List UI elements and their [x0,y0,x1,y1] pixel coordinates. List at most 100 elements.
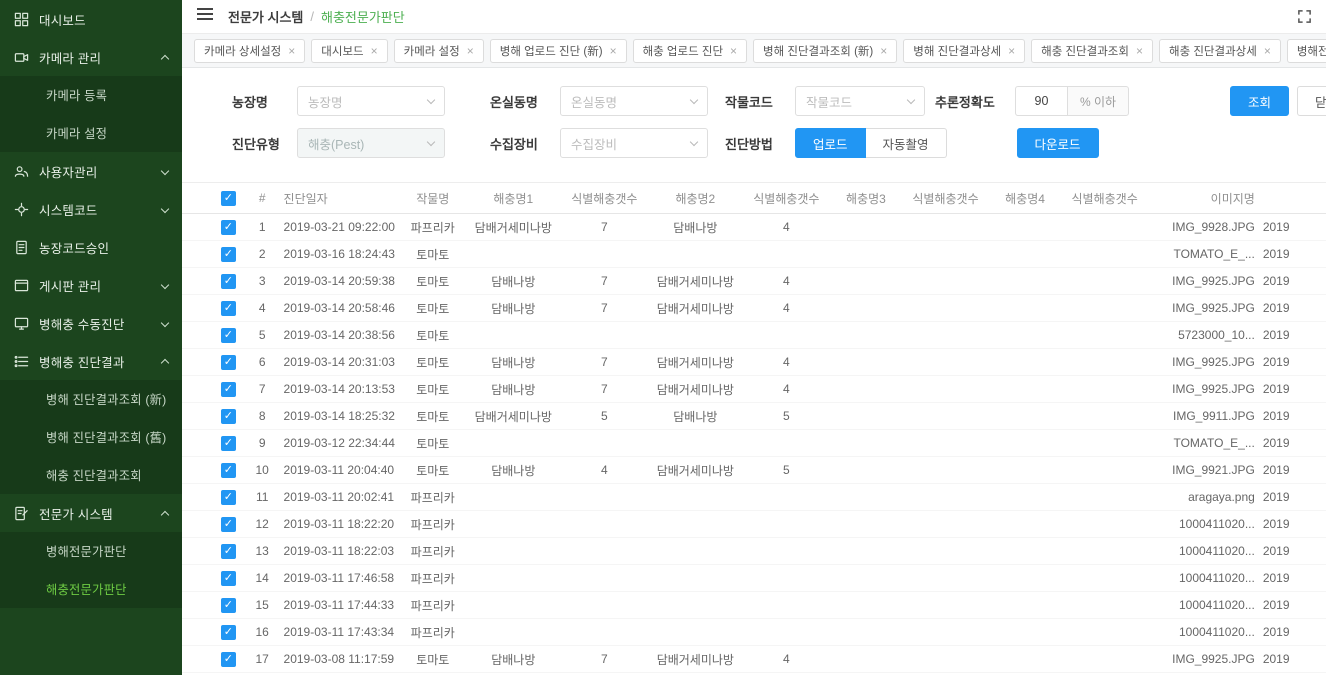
table-cell: 5 [745,409,827,423]
row-checkbox-cell: ✓ [212,651,245,667]
row-checkbox[interactable]: ✓ [221,490,236,505]
row-checkbox-cell: ✓ [212,624,245,640]
tab-5[interactable]: 해충 업로드 진단× [633,39,747,63]
sidebar-item-1[interactable]: 대시보드 [0,0,182,38]
sidebar-item-6[interactable]: 시스템코드 [0,190,182,228]
sidebar-item-13[interactable]: 해충 진단결과조회 [0,456,182,494]
breadcrumb-separator: / [310,9,314,24]
diagnosis-type-select[interactable]: 해충(Pest) [297,128,445,158]
table-cell: 파프리카 [402,597,463,614]
sidebar-item-14[interactable]: 전문가 시스템 [0,494,182,532]
tab-2[interactable]: 대시보드 × [311,39,387,63]
tab-9[interactable]: 해충 진단결과상세× [1159,39,1281,63]
accuracy-input[interactable] [1015,86,1067,116]
sidebar-item-2[interactable]: 카메라 관리 [0,38,182,76]
sidebar-item-4[interactable]: 카메라 설정 [0,114,182,152]
crop-code-select[interactable]: 작물코드 [795,86,925,116]
chevron-up-icon [161,359,169,367]
table-row: ✓32019-03-14 20:59:38토마토담배나방7담배거세미나방4IMG… [182,268,1326,295]
row-checkbox[interactable]: ✓ [221,571,236,586]
chevron-down-icon [427,95,435,103]
table-cell: IMG_9925.JPG [1146,274,1259,288]
chevron-down-icon [427,137,435,145]
farm-select[interactable]: 농장명 [297,86,445,116]
close-icon[interactable]: × [1008,45,1015,57]
chevron-down-icon [161,319,169,327]
row-checkbox[interactable]: ✓ [221,625,236,640]
close-icon[interactable]: × [730,45,737,57]
table-cell: 담배나방 [463,462,563,479]
row-checkbox[interactable]: ✓ [221,463,236,478]
sidebar-item-label: 농장코드승인 [39,238,109,257]
upload-method-button[interactable]: 업로드 [795,128,866,158]
auto-capture-method-button[interactable]: 자동촬영 [866,128,947,158]
row-checkbox[interactable]: ✓ [221,382,236,397]
fullscreen-icon[interactable] [1297,9,1312,24]
close-icon[interactable]: × [467,45,474,57]
table-cell: 4 [745,274,827,288]
table-row: ✓102019-03-11 20:04:40토마토담배나방4담배거세미나방5IM… [182,457,1326,484]
row-checkbox-cell: ✓ [212,219,245,235]
sidebar-item-8[interactable]: 게시판 관리 [0,266,182,304]
close-icon[interactable]: × [610,45,617,57]
chevron-down-icon [161,205,169,213]
close-icon[interactable]: × [1136,45,1143,57]
table-cell: 1000411020... [1146,517,1259,531]
board-icon [14,278,29,293]
row-checkbox[interactable]: ✓ [221,274,236,289]
device-select[interactable]: 수집장비 [560,128,708,158]
sidebar-item-7[interactable]: 농장코드승인 [0,228,182,266]
select-all-checkbox[interactable]: ✓ [221,191,236,206]
tab-6[interactable]: 병해 진단결과조회 (新) × [753,39,897,63]
table-cell: 2019 [1259,463,1326,477]
tab-3[interactable]: 카메라 설정× [394,39,484,63]
row-checkbox[interactable]: ✓ [221,409,236,424]
row-checkbox[interactable]: ✓ [221,301,236,316]
table-cell: 2019 [1259,328,1326,342]
row-checkbox[interactable]: ✓ [221,517,236,532]
row-checkbox[interactable]: ✓ [221,652,236,667]
row-checkbox[interactable]: ✓ [221,598,236,613]
close-icon[interactable]: × [1264,45,1271,57]
row-checkbox[interactable]: ✓ [221,436,236,451]
table-cell: 2019 [1259,652,1326,666]
sidebar-item-16[interactable]: 해충전문가판단 [0,570,182,608]
table-cell: 2019-03-11 20:04:40 [280,463,403,477]
sidebar-item-3[interactable]: 카메라 등록 [0,76,182,114]
greenhouse-select[interactable]: 온실동명 [560,86,708,116]
sidebar-item-11[interactable]: 병해 진단결과조회 (新) [0,380,182,418]
sidebar-item-5[interactable]: 사용자관리 [0,152,182,190]
menu-icon[interactable] [196,7,214,26]
sidebar-item-15[interactable]: 병해전문가판단 [0,532,182,570]
chevron-up-icon [161,55,169,63]
row-checkbox[interactable]: ✓ [221,355,236,370]
row-checkbox[interactable]: ✓ [221,328,236,343]
table-cell: 1000411020... [1146,544,1259,558]
tab-8[interactable]: 해충 진단결과조회× [1031,39,1153,63]
tab-bar: 카메라 상세설정×대시보드×카메라 설정×병해 업로드 진단 (新)×해충 업로… [182,34,1326,68]
row-checkbox[interactable]: ✓ [221,220,236,235]
close-button[interactable]: 닫기 [1297,86,1326,116]
tab-1[interactable]: 카메라 상세설정× [194,39,305,63]
sidebar-item-12[interactable]: 병해 진단결과조회 (舊) [0,418,182,456]
row-checkbox-cell: ✓ [212,570,245,586]
row-checkbox[interactable]: ✓ [221,544,236,559]
tab-label: 대시보드 [321,43,363,59]
sidebar-item-9[interactable]: 병해충 수동진단 [0,304,182,342]
sidebar-item-10[interactable]: 병해충 진단결과 [0,342,182,380]
table-row: ✓92019-03-12 22:34:44토마토TOMATO_E_...2019 [182,430,1326,457]
tab-4[interactable]: 병해 업로드 진단 (新)× [490,39,627,63]
table-cell: 담배나방 [463,273,563,290]
row-checkbox[interactable]: ✓ [221,247,236,262]
tab-7[interactable]: 병해 진단결과상세× [903,39,1025,63]
table-cell: 9 [245,436,280,450]
download-button[interactable]: 다운로드 [1017,128,1099,158]
tab-label: 병해 진단결과조회 (新) [763,43,873,59]
row-checkbox-cell: ✓ [212,408,245,424]
close-icon[interactable]: × [288,45,295,57]
tab-10[interactable]: 병해전문가판단× [1287,39,1326,63]
close-icon[interactable]: × [880,45,887,57]
close-icon[interactable]: × [371,45,378,57]
table-cell: 2019-03-11 17:46:58 [280,571,403,585]
search-button[interactable]: 조회 [1230,86,1289,116]
